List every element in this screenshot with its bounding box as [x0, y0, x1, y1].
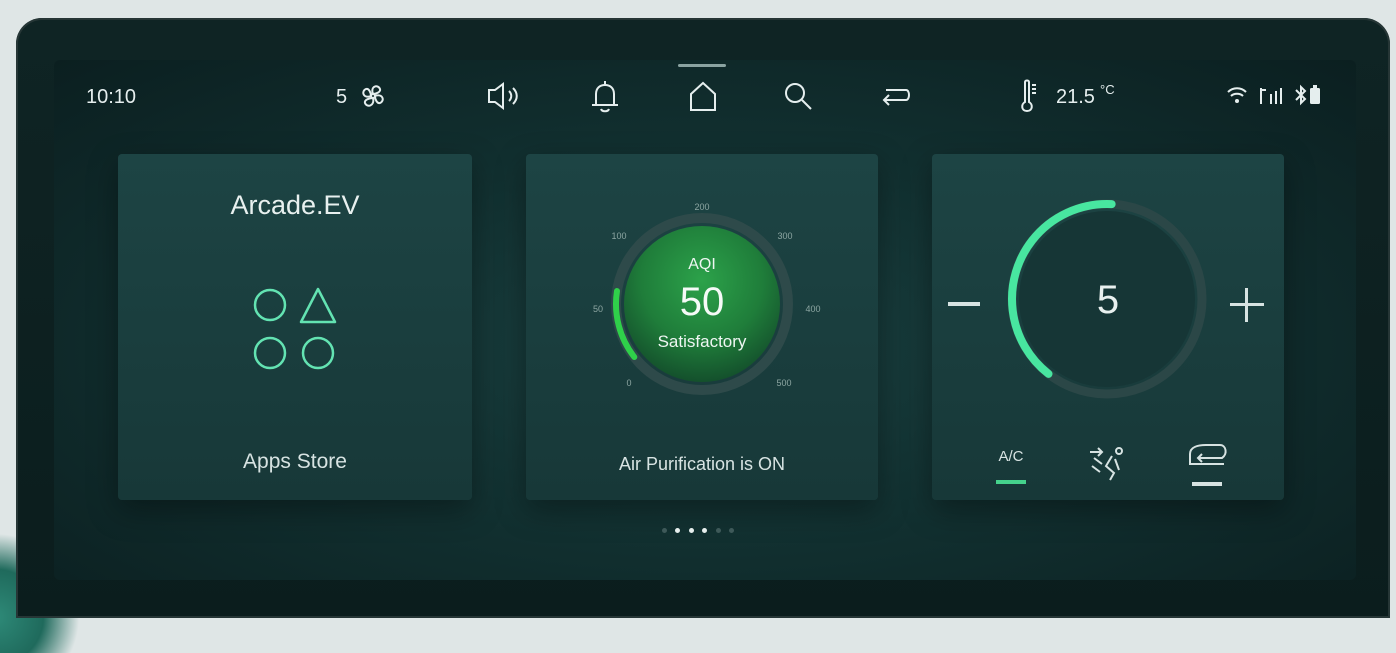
bell-icon[interactable] — [588, 78, 622, 114]
bluetooth-icon — [1295, 84, 1307, 106]
page-dot-active[interactable] — [702, 528, 708, 533]
clock: 10:10 — [86, 86, 137, 108]
circle-icon — [253, 288, 287, 322]
page-dot-active[interactable] — [688, 528, 694, 533]
ac-mode-button[interactable]: A/C — [984, 448, 1038, 488]
ac-mode-label: A/C — [998, 448, 1024, 465]
air-purification-status: Air Purification is ON — [618, 454, 786, 474]
aqi-status: Satisfactory — [657, 332, 747, 351]
ac-active-indicator — [996, 480, 1026, 484]
increase-button[interactable] — [1230, 288, 1264, 322]
page-dot-active[interactable] — [675, 528, 681, 533]
recirculation-icon — [1189, 444, 1227, 465]
recirculation-mode-button[interactable] — [1186, 442, 1230, 488]
aqi-tick-300: 300 — [777, 231, 792, 241]
brand-title: Arcade.EV — [230, 190, 360, 220]
circle-icon — [301, 336, 335, 370]
page-indicator[interactable] — [0, 520, 1396, 538]
wifi-icon — [1227, 87, 1247, 103]
thermometer-icon — [1021, 79, 1036, 113]
aqi-tick-200: 200 — [694, 202, 709, 212]
return-icon[interactable] — [880, 82, 914, 110]
recirculation-indicator — [1192, 482, 1222, 486]
temperature-value: 21.5 — [1056, 86, 1095, 108]
fan-icon[interactable] — [354, 80, 392, 112]
apps-icons — [253, 287, 337, 370]
apps-store-label: Apps Store — [243, 450, 347, 473]
page-dot[interactable] — [715, 528, 721, 533]
apps-store-card[interactable]: Arcade.EV Apps Store — [118, 154, 472, 500]
circle-icon — [253, 336, 287, 370]
status-bar: 10:10 5 21.5 °C — [0, 0, 1396, 113]
search-icon[interactable] — [782, 80, 816, 112]
signal-icon — [1260, 88, 1282, 104]
fan-level: 5 — [336, 86, 348, 108]
aqi-tick-100: 100 — [611, 231, 626, 241]
air-quality-card[interactable]: 0 50 100 200 300 400 500 AQI 50 Satisfac… — [526, 154, 878, 500]
page-dot[interactable] — [661, 528, 667, 533]
aqi-heading: AQI — [688, 256, 716, 273]
page-dot[interactable] — [729, 528, 735, 533]
climate-card: 5 A/C — [932, 154, 1284, 500]
battery-icon — [1310, 85, 1320, 104]
home-icon[interactable] — [686, 78, 720, 114]
triangle-icon — [299, 287, 337, 324]
temperature-unit: °C — [1100, 82, 1115, 97]
aqi-value: 50 — [679, 280, 725, 324]
seat-airflow-icon[interactable] — [1084, 442, 1132, 482]
aqi-tick-500: 500 — [776, 378, 791, 388]
aqi-tick-0: 0 — [626, 378, 631, 388]
speaker-icon[interactable] — [486, 80, 526, 112]
